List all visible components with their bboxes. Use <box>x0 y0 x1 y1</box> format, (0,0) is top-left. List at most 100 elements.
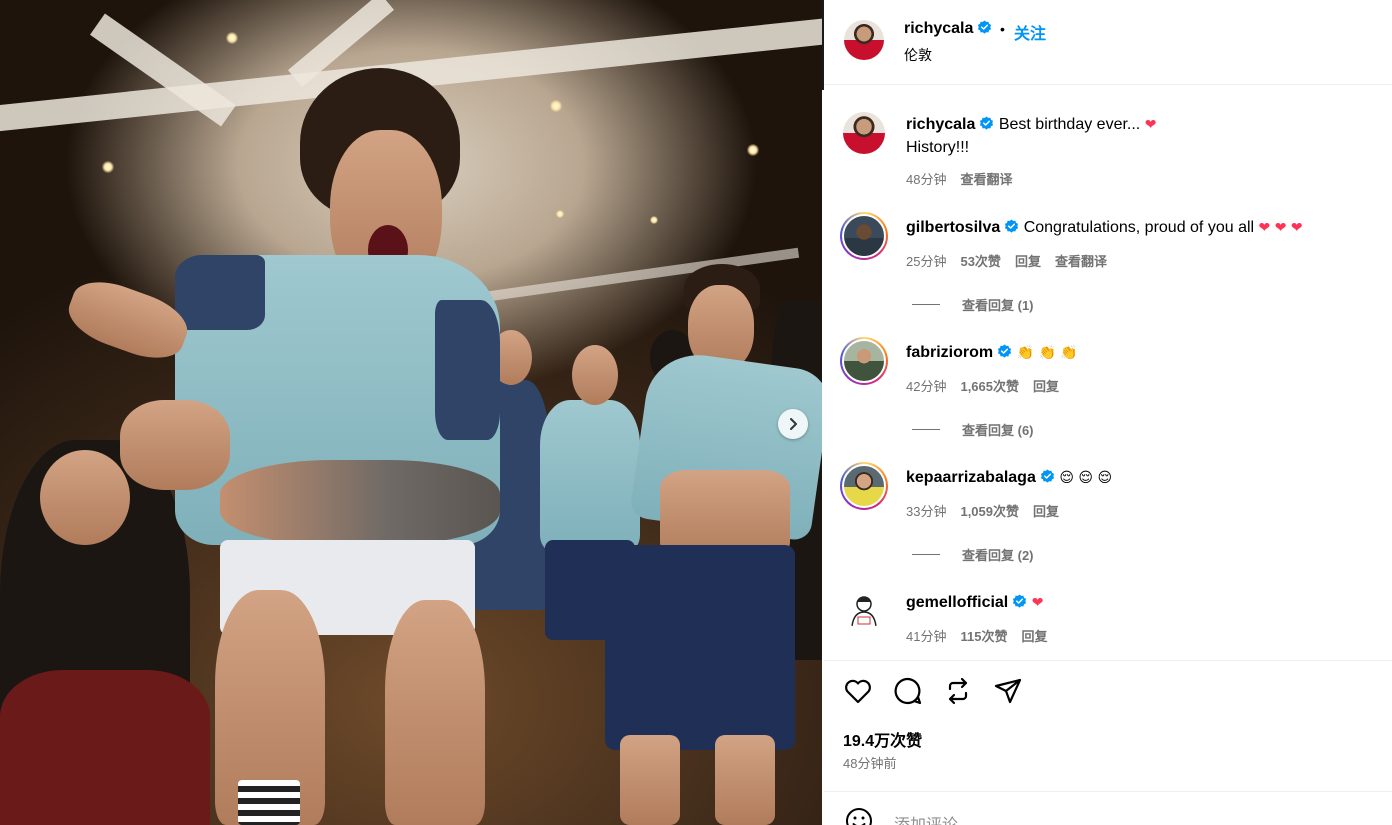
caption-line-1: Best birthday ever... <box>998 116 1141 133</box>
player-sleeve <box>175 255 265 330</box>
comment-username[interactable]: kepaarrizabalaga <box>906 469 1036 486</box>
crowd-figure <box>540 400 640 550</box>
add-comment-input[interactable]: 添加评论... <box>894 811 971 825</box>
view-replies-button[interactable]: 查看回复 (2) <box>912 545 1034 564</box>
comment: kepaarrizabalaga 😌 😌 😌 <box>906 467 1112 489</box>
ceiling-light <box>556 210 564 218</box>
reply-button[interactable]: 回复 <box>1033 504 1059 519</box>
player-fist <box>120 400 230 490</box>
comment-username[interactable]: fabriziorom <box>906 344 993 361</box>
heart-emoji: ❤ <box>1031 594 1044 610</box>
comment-time[interactable]: 42分钟 <box>906 379 946 394</box>
comment-likes[interactable]: 1,665次赞 <box>960 379 1019 394</box>
post-photo[interactable] <box>0 0 822 825</box>
post-header: richycala • 关注 伦敦 <box>824 0 1392 85</box>
verified-badge-icon <box>980 116 994 130</box>
add-comment-bar: 添加评论... <box>824 791 1392 825</box>
comment-time[interactable]: 41分钟 <box>906 629 946 644</box>
translate-link[interactable]: 查看翻译 <box>960 172 1012 187</box>
caption-time[interactable]: 48分钟 <box>906 172 946 187</box>
post-side-panel: richycala • 关注 伦敦 richycala Best birthda… <box>824 0 1392 825</box>
post-location[interactable]: 伦敦 <box>904 45 932 65</box>
avatar[interactable] <box>840 337 888 385</box>
comment-username[interactable]: gilbertosilva <box>906 219 1000 236</box>
caption-meta: 48分钟 查看翻译 <box>906 169 1026 188</box>
view-replies-button[interactable]: 查看回复 (6) <box>912 420 1034 439</box>
ceiling-light <box>550 100 562 112</box>
caption-username[interactable]: richycala <box>906 116 975 133</box>
comment-meta: 33分钟 1,059次赞 回复 <box>906 501 1073 520</box>
player-sleeve <box>435 300 500 440</box>
emoji-icon[interactable] <box>844 806 874 825</box>
comment-meta: 42分钟 1,665次赞 回复 <box>906 376 1073 395</box>
ceiling-light <box>102 161 114 173</box>
separator-dot: • <box>1000 21 1005 37</box>
repost-icon[interactable] <box>942 675 974 707</box>
caption-line-2: History!!! <box>906 139 970 156</box>
ceiling-light <box>747 144 759 156</box>
view-replies-label[interactable]: 查看回复 (6) <box>962 420 1034 439</box>
author-username-text[interactable]: richycala <box>904 20 973 37</box>
verified-badge-icon <box>1040 469 1054 483</box>
verified-badge-icon <box>1013 594 1027 608</box>
comment: gilbertosilva Congratulations, proud of … <box>906 217 1303 239</box>
ceiling-light <box>650 216 658 224</box>
player-leg <box>620 735 680 825</box>
avatar[interactable] <box>844 590 884 630</box>
comment-username[interactable]: gemellofficial <box>906 594 1008 611</box>
replies-line <box>912 304 940 305</box>
player-arm <box>220 460 500 545</box>
avatar[interactable] <box>843 112 885 154</box>
comment-time[interactable]: 25分钟 <box>906 254 946 269</box>
comment-time[interactable]: 33分钟 <box>906 504 946 519</box>
heart-emoji: ❤ <box>1144 116 1157 132</box>
comment-meta: 41分钟 115次赞 回复 <box>906 626 1061 645</box>
player-leg <box>385 600 485 825</box>
comment-likes[interactable]: 1,059次赞 <box>960 504 1019 519</box>
relieved-face-emoji: 😌 <box>1078 469 1093 485</box>
avatar[interactable] <box>844 20 884 60</box>
reply-button[interactable]: 回复 <box>1021 629 1047 644</box>
comment-likes[interactable]: 115次赞 <box>960 629 1007 644</box>
player-sock <box>238 780 300 825</box>
likes-count[interactable]: 19.4万次赞 <box>843 727 922 751</box>
view-replies-button[interactable]: 查看回复 (1) <box>912 295 1034 314</box>
comment: fabriziorom 👏 👏 👏 <box>906 342 1078 364</box>
crowd-face <box>572 345 618 405</box>
comment-bubble-icon[interactable] <box>892 675 924 707</box>
verified-badge-icon <box>1005 219 1019 233</box>
clap-emoji: 👏 <box>1016 344 1035 360</box>
relieved-face-emoji: 😌 <box>1059 469 1074 485</box>
post-actions: 19.4万次赞 48分钟前 添加评论... <box>824 660 1392 825</box>
heart-emoji: ❤ <box>1274 219 1287 235</box>
send-icon[interactable] <box>992 675 1024 707</box>
relieved-face-emoji: 😌 <box>1097 469 1113 485</box>
translate-link[interactable]: 查看翻译 <box>1055 254 1107 269</box>
reply-button[interactable]: 回复 <box>1033 379 1059 394</box>
avatar[interactable] <box>840 462 888 510</box>
player-leg <box>715 735 775 825</box>
crowd-face <box>40 450 130 545</box>
reply-button[interactable]: 回复 <box>1015 254 1041 269</box>
clap-emoji: 👏 <box>1038 344 1056 360</box>
posted-time[interactable]: 48分钟前 <box>843 753 896 772</box>
view-replies-label[interactable]: 查看回复 (2) <box>962 545 1034 564</box>
replies-line <box>912 554 940 555</box>
view-replies-label[interactable]: 查看回复 (1) <box>962 295 1034 314</box>
ceiling-light <box>226 32 238 44</box>
caption: richycala Best birthday ever... ❤ <box>906 114 1156 136</box>
verified-badge-icon <box>978 20 992 34</box>
comment-text: Congratulations, proud of you all <box>1023 219 1255 236</box>
comment-meta: 25分钟 53次赞 回复 查看翻译 <box>906 251 1121 270</box>
clap-emoji: 👏 <box>1060 344 1078 360</box>
red-chair <box>0 670 210 825</box>
verified-badge-icon <box>998 344 1012 358</box>
next-photo-button[interactable] <box>778 409 808 439</box>
heart-icon[interactable] <box>842 675 874 707</box>
player-shorts <box>605 545 795 750</box>
avatar[interactable] <box>840 212 888 260</box>
follow-button[interactable]: 关注 <box>1014 20 1046 44</box>
comment-likes[interactable]: 53次赞 <box>960 254 1000 269</box>
author-username[interactable]: richycala <box>904 20 992 38</box>
comment: gemellofficial ❤ <box>906 592 1043 614</box>
